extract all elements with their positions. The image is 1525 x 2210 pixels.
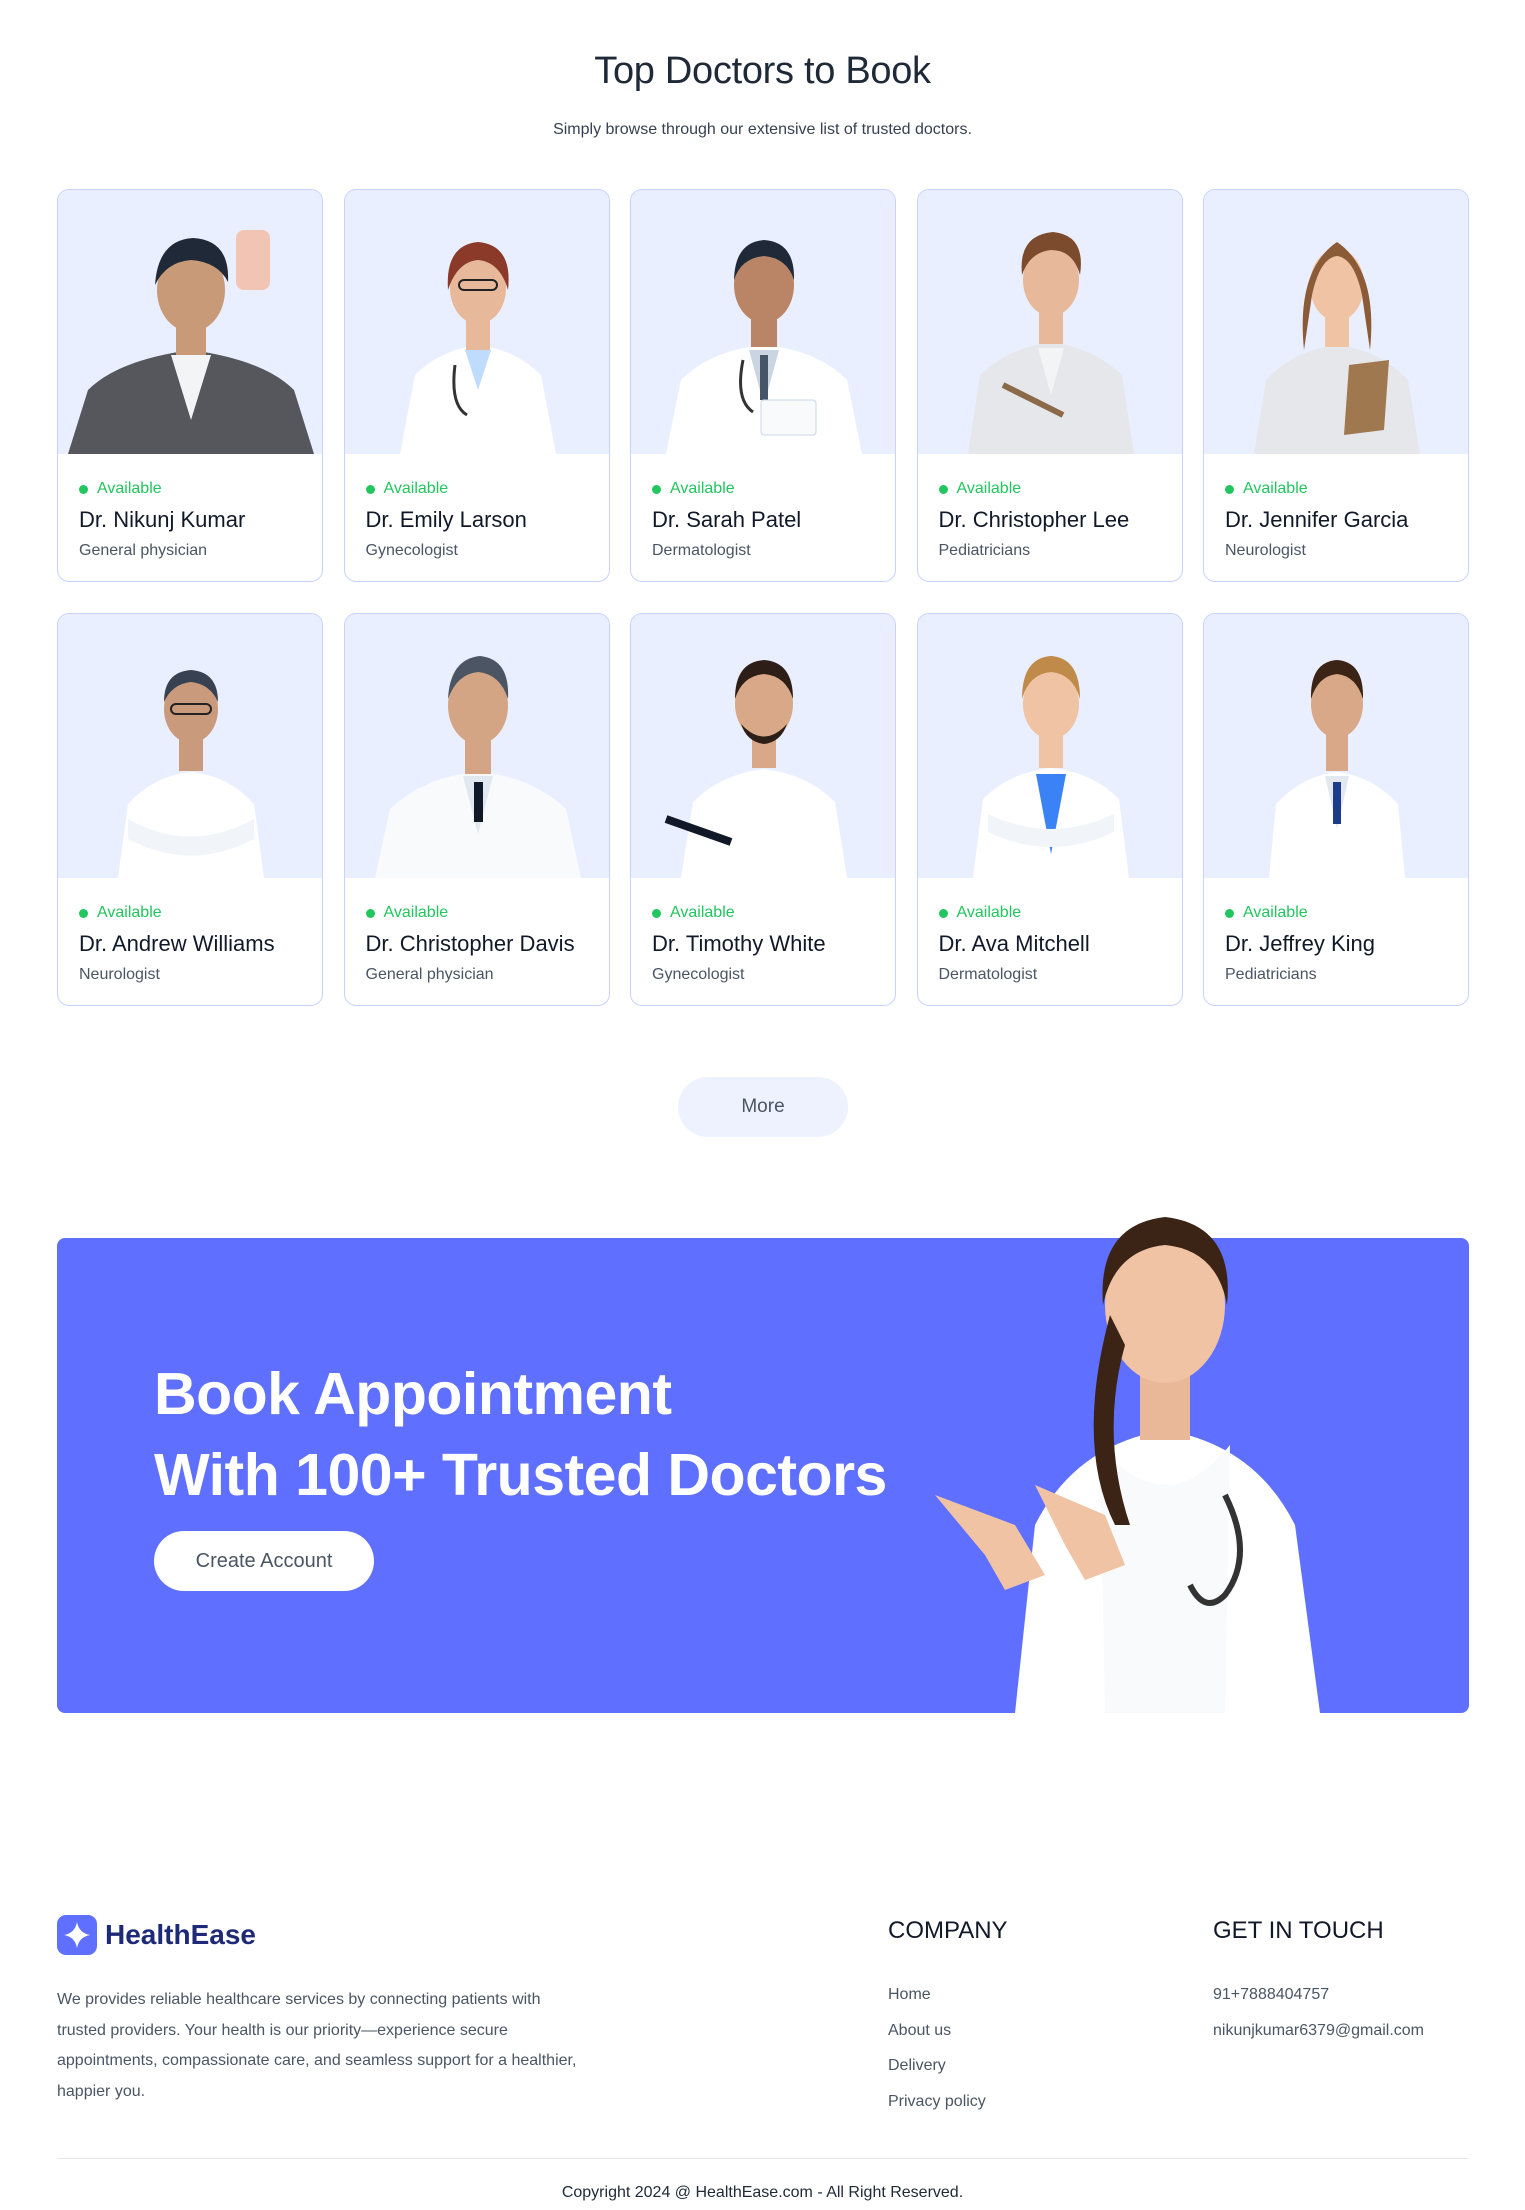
brand-name: HealthEase [105,1919,256,1950]
status-dot-icon [938,908,948,918]
doctor-photo-graphic [1204,614,1468,878]
doctor-speciality: Dermatologist [652,542,751,559]
footer-description: We provides reliable healthcare services… [57,1991,577,2100]
doctor-card[interactable]: Available Dr. Christopher Lee Pediatrici… [916,189,1183,582]
availability-status: Available [1225,904,1447,922]
doctor-card[interactable]: Available Dr. Andrew Williams Neurologis… [57,613,323,1006]
banner-heading: Book Appointment With 100+ Trusted Docto… [154,1354,887,1516]
doctor-card[interactable]: Available Dr. Emily Larson Gynecologist [343,189,610,582]
doctor-speciality: Gynecologist [365,542,459,559]
doctor-photo [1204,190,1468,454]
doctor-card[interactable]: Available Dr. Jennifer Garcia Neurologis… [1203,189,1469,582]
doctor-photo-graphic [917,190,1182,454]
doctor-card[interactable]: Available Dr. Ava Mitchell Dermatologist [916,613,1183,1006]
footer-link-privacy-policy[interactable]: Privacy policy [888,2084,986,2120]
status-dot-icon [365,908,375,918]
doctor-photo [344,190,609,454]
doctor-speciality: Dermatologist [938,966,1038,983]
doctor-photo [917,614,1182,878]
doctor-name: Dr. Sarah Patel [652,507,802,532]
doctor-card[interactable]: Available Dr. Timothy White Gynecologist [630,613,896,1006]
availability-status: Available [79,904,301,922]
footer-logo[interactable]: HealthEase [57,1915,256,1955]
doctor-photo [344,614,609,878]
doctors-grid: Available Dr. Nikunj Kumar General physi… [57,189,1469,1006]
doctor-photo-graphic [58,614,322,878]
banner-heading-line2: With 100+ Trusted Doctors [154,1442,887,1508]
doctor-name: Dr. Nikunj Kumar [79,507,246,532]
health-logo-icon [57,1915,97,1955]
status-dot-icon [79,484,88,494]
company-heading: COMPANY [888,1917,1008,1944]
doctor-photo-graphic [917,614,1182,878]
doctor-name: Dr. Christopher Davis [365,931,575,956]
doctor-photo-graphic [58,190,322,454]
doctor-name: Dr. Christopher Lee [938,507,1130,532]
doctor-photo [58,190,322,454]
doctor-photo-graphic [344,614,609,878]
doctor-speciality: Pediatricians [1225,966,1317,983]
availability-status: Available [652,904,874,922]
availability-status: Available [938,480,1161,498]
status-dot-icon [1225,908,1234,918]
footer-link-home[interactable]: Home [888,1977,986,2013]
doctor-card[interactable]: Available Dr. Nikunj Kumar General physi… [57,189,323,582]
availability-status: Available [365,480,588,498]
doctor-name: Dr. Jeffrey King [1225,931,1375,956]
doctor-photo-graphic [344,190,609,454]
status-dot-icon [365,484,375,494]
contact-email[interactable]: nikunjkumar6379@gmail.com [1213,2013,1424,2049]
doctor-speciality: General physician [79,542,208,559]
contact-phone: 91+7888404757 [1213,1986,1330,2003]
contact-list: 91+7888404757 nikunjkumar6379@gmail.com [1213,1977,1424,2048]
doctor-photo [1204,614,1468,878]
doctor-speciality: Gynecologist [652,966,745,983]
availability-status: Available [1225,480,1447,498]
more-button[interactable]: More [678,1077,848,1137]
doctor-name: Dr. Andrew Williams [79,931,275,956]
status-dot-icon [938,484,948,494]
status-dot-icon [1225,484,1234,494]
availability-status: Available [938,904,1161,922]
status-dot-icon [652,484,661,494]
copyright-text: Copyright 2024 @ HealthEase.com - All Ri… [561,2184,964,2201]
doctor-photo [631,190,895,454]
doctor-photo-graphic [1204,190,1468,454]
doctor-name: Dr. Ava Mitchell [938,931,1090,956]
doctor-photo [58,614,322,878]
doctor-photo [631,614,895,878]
doctor-card[interactable]: Available Dr. Sarah Patel Dermatologist [630,189,896,582]
doctor-name: Dr. Jennifer Garcia [1225,507,1409,532]
section-subtitle: Simply browse through our extensive list… [553,121,972,138]
status-dot-icon [79,908,88,918]
banner-heading-line1: Book Appointment [154,1361,672,1427]
footer-link-delivery[interactable]: Delivery [888,2048,986,2084]
banner-doctor-image [935,1217,1320,1713]
doctor-speciality: General physician [365,966,494,983]
availability-status: Available [79,480,301,498]
doctor-name: Dr. Timothy White [652,931,826,956]
availability-status: Available [652,480,874,498]
doctor-card[interactable]: Available Dr. Jeffrey King Pediatricians [1203,613,1469,1006]
doctor-card[interactable]: Available Dr. Christopher Davis General … [343,613,610,1006]
doctor-photo-graphic [631,614,895,878]
footer-divider [57,2158,1469,2159]
status-dot-icon [652,908,661,918]
doctor-photo [917,190,1182,454]
doctor-speciality: Pediatricians [938,542,1031,559]
section-title: Top Doctors to Book [594,50,931,92]
doctor-name: Dr. Emily Larson [365,507,527,532]
doctor-speciality: Neurologist [1225,542,1306,559]
doctor-photo-graphic [631,190,895,454]
availability-status: Available [365,904,588,922]
footer-link-about-us[interactable]: About us [888,2013,986,2049]
doctor-speciality: Neurologist [79,966,160,983]
company-links: Home About us Delivery Privacy policy [888,1977,986,2119]
contact-heading: GET IN TOUCH [1213,1917,1384,1944]
create-account-button[interactable]: Create Account [154,1531,374,1591]
